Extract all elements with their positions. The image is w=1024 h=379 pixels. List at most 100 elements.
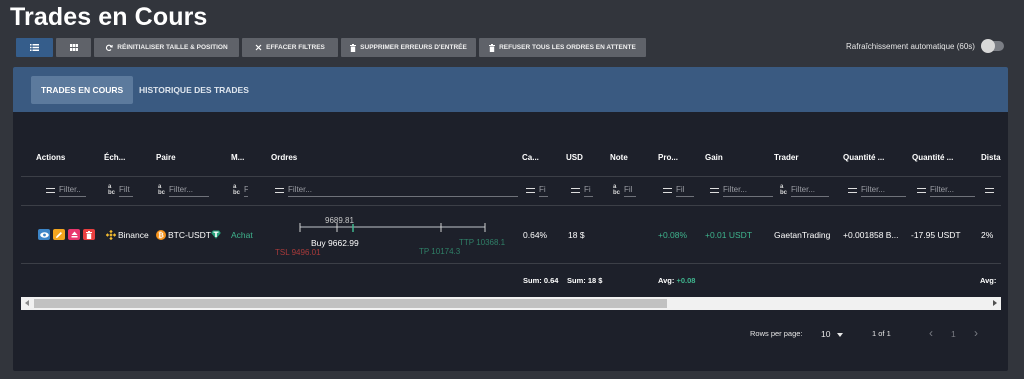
filter-input-qty2[interactable]: Filter... — [930, 184, 975, 197]
scroll-left-arrow-icon[interactable] — [25, 300, 29, 306]
eject-button[interactable] — [68, 229, 80, 240]
text-filter-icon[interactable]: a bc — [158, 184, 165, 196]
edit-button[interactable] — [53, 229, 65, 240]
auto-refresh-toggle[interactable] — [980, 39, 1004, 53]
usd-value: 18 $ — [568, 230, 585, 240]
tab-trades-en-cours[interactable]: TRADES EN COURS — [31, 76, 134, 104]
delete-entry-errors-label: SUPPRIMER ERREURS D'ENTRÉE — [360, 44, 467, 51]
current-page[interactable]: 1 — [951, 329, 956, 339]
filter-input-orders[interactable]: Filter... — [288, 184, 518, 197]
text-filter-icon[interactable]: a bc — [780, 184, 787, 196]
bitcoin-icon: ₿ — [156, 230, 166, 240]
column-header-pair[interactable]: Paire — [156, 153, 176, 163]
qty2-value: -17.95 USDT — [911, 230, 961, 240]
clear-filters-button[interactable]: EFFACER FILTRES — [242, 38, 338, 57]
equals-filter-icon[interactable] — [275, 187, 284, 193]
view-button[interactable] — [38, 229, 50, 240]
filter-input-profit[interactable]: Fil — [676, 184, 694, 197]
filter-input-exchange[interactable]: Filt — [119, 184, 134, 197]
filter-input-qty1[interactable]: Filter... — [861, 184, 906, 197]
equals-filter-icon[interactable] — [710, 187, 719, 193]
text-filter-icon[interactable]: a bc — [613, 184, 620, 196]
tp-price-label: TP 10174.3 — [419, 247, 461, 256]
next-page-icon[interactable]: › — [974, 326, 978, 340]
buy-price-label: Buy 9662.99 — [311, 238, 359, 248]
market-side: Achat — [231, 230, 253, 240]
filter-input-usd[interactable]: Fi — [584, 184, 593, 197]
trash-icon — [86, 230, 92, 239]
column-header-profit[interactable]: Pro... — [658, 153, 678, 163]
column-header-capital[interactable]: Ca... — [522, 153, 539, 163]
scroll-right-arrow-icon[interactable] — [993, 300, 997, 306]
column-header-exchange[interactable]: Éch... — [104, 153, 125, 163]
filter-input-capital[interactable]: Fi — [539, 184, 548, 197]
delete-button[interactable] — [83, 229, 95, 240]
column-header-trader[interactable]: Trader — [774, 153, 798, 163]
horizontal-scrollbar[interactable] — [21, 297, 1001, 310]
filter-gain: Filter... — [710, 183, 773, 197]
equals-filter-icon[interactable] — [46, 187, 55, 193]
list-icon — [30, 44, 39, 51]
filter-market: abc F — [233, 183, 249, 197]
filter-input-gain[interactable]: Filter... — [723, 184, 773, 197]
header-divider — [21, 176, 1001, 177]
tether-icon — [211, 230, 221, 239]
trash-icon — [489, 43, 496, 52]
column-header-actions[interactable]: Actions — [36, 153, 65, 163]
binance-icon — [106, 230, 116, 240]
grid-view-button[interactable] — [56, 38, 91, 57]
previous-page-icon[interactable]: ‹ — [929, 326, 933, 340]
column-header-gain[interactable]: Gain — [705, 153, 723, 163]
filter-orders: Filter... — [275, 183, 518, 197]
reject-pending-orders-button[interactable]: REFUSER TOUS LES ORDRES EN ATTENTE — [479, 38, 646, 57]
filter-input-trader[interactable]: Filter... — [791, 184, 830, 197]
equals-filter-icon[interactable] — [917, 187, 926, 193]
page-range: 1 of 1 — [872, 329, 891, 338]
rows-per-page-select[interactable]: 10 — [821, 329, 843, 339]
rows-per-page-value: 10 — [821, 329, 831, 339]
filter-input-note[interactable]: Fil — [624, 184, 637, 197]
column-header-market[interactable]: M... — [231, 153, 244, 163]
filter-input-first[interactable]: Filter.. — [59, 184, 86, 197]
toggle-knob — [980, 39, 995, 53]
distance-value: 2% — [981, 230, 994, 240]
rows-per-page-label: Rows per page: — [750, 329, 803, 338]
equals-filter-icon[interactable] — [663, 187, 672, 193]
pencil-icon — [56, 231, 62, 238]
scrollbar-thumb[interactable] — [34, 299, 667, 308]
column-header-qty2[interactable]: Quantité ... — [912, 153, 953, 163]
eject-icon — [71, 231, 77, 238]
auto-refresh: Rafraîchissement automatique (60s) — [846, 39, 1004, 53]
filter-input-pair[interactable]: Filter... — [169, 184, 210, 197]
column-header-distance[interactable]: Dista — [981, 153, 1001, 163]
trader-value: GaetanTrading — [774, 230, 831, 240]
filter-input-market[interactable]: F — [244, 184, 249, 197]
text-filter-icon[interactable]: a bc — [108, 184, 115, 196]
trades-card: TRADES EN COURS HISTORIQUE DES TRADES Ac… — [13, 67, 1008, 371]
equals-filter-icon[interactable] — [526, 187, 535, 193]
column-header-orders[interactable]: Ordres — [271, 153, 297, 163]
pair-name: BTC-USDT — [168, 230, 211, 240]
reset-size-position-button[interactable]: RÉINITIALISER TAILLE & POSITION — [94, 38, 239, 57]
delete-entry-errors-button[interactable]: SUPPRIMER ERREURS D'ENTRÉE — [341, 38, 476, 57]
equals-filter-icon[interactable] — [985, 187, 994, 193]
equals-filter-icon[interactable] — [571, 187, 580, 193]
text-filter-icon[interactable]: a bc — [233, 184, 240, 196]
tab-historique-des-trades[interactable]: HISTORIQUE DES TRADES — [129, 76, 259, 104]
capital-sum: Sum: 0.64 — [523, 276, 558, 285]
filter-first: Filter.. — [46, 183, 86, 197]
usd-sum: Sum: 18 $ — [567, 276, 602, 285]
reject-pending-orders-label: REFUSER TOUS LES ORDRES EN ATTENTE — [499, 44, 636, 51]
list-view-button[interactable] — [16, 38, 53, 57]
clear-filters-label: EFFACER FILTRES — [266, 44, 325, 51]
column-header-note[interactable]: Note — [610, 153, 628, 163]
eye-icon — [39, 231, 49, 238]
column-header-usd[interactable]: USD — [566, 153, 583, 163]
filter-pair: a bc Filter... — [158, 183, 210, 197]
column-header-qty1[interactable]: Quantité ... — [843, 153, 884, 163]
auto-refresh-label: Rafraîchissement automatique (60s) — [846, 41, 975, 51]
usd-sum-label: Sum: — [567, 276, 586, 285]
filter-profit: Fil — [663, 183, 694, 197]
close-icon — [255, 44, 262, 51]
equals-filter-icon[interactable] — [848, 187, 857, 193]
